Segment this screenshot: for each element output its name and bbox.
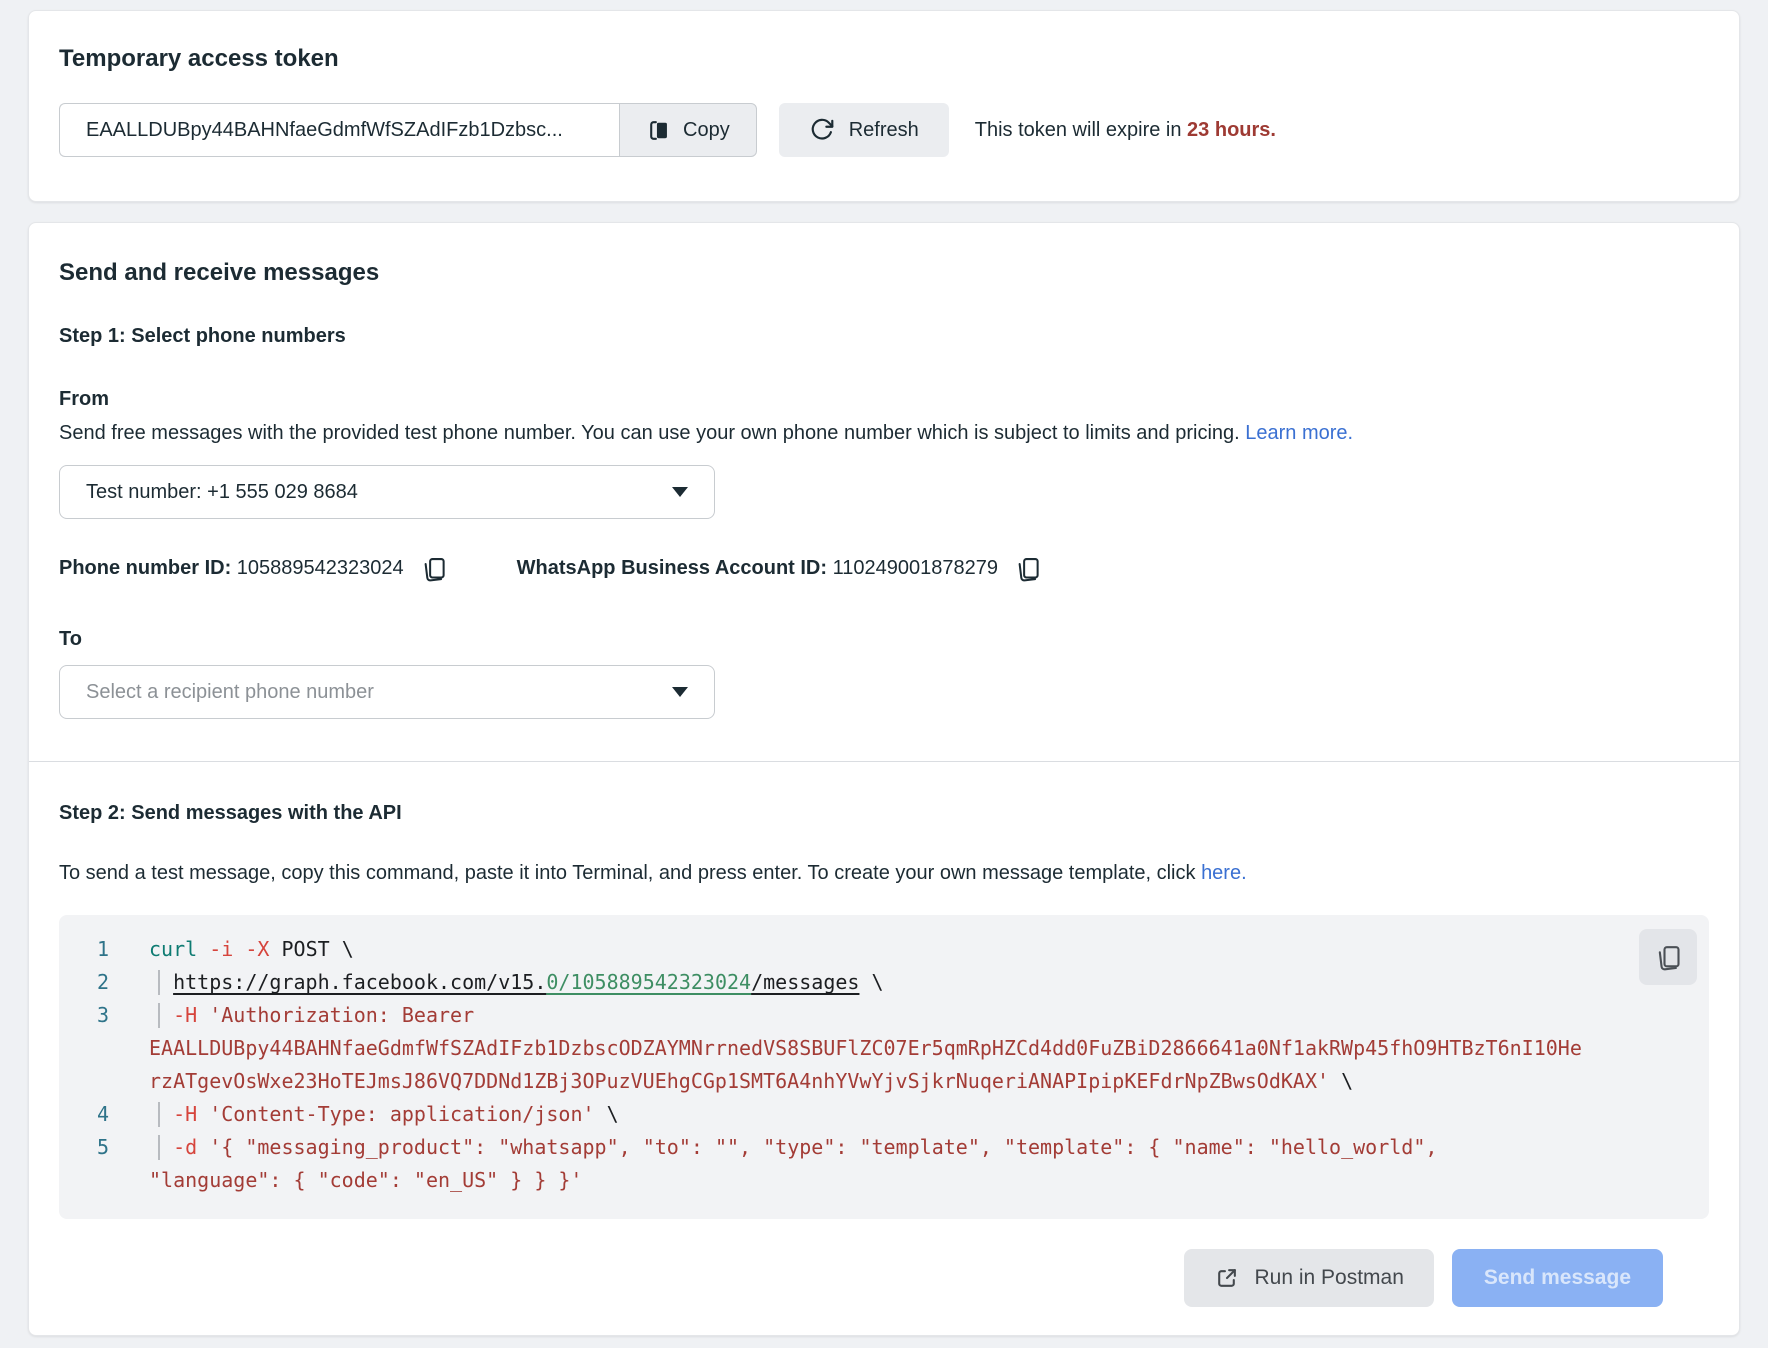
code-line: 4 -H 'Content-Type: application/json' \ [97,1098,1689,1131]
code-line: 2 https://graph.facebook.com/v15.0/10588… [97,966,1689,999]
code-line-number: 1 [97,933,149,966]
code-line-number: 3 [97,999,149,1032]
phone-number-id-label: Phone number ID: [59,557,231,579]
refresh-icon [809,117,835,143]
from-description: Send free messages with the provided tes… [59,419,1709,447]
token-expiry-text: This token will expire in 23 hours. [975,119,1276,142]
code-line-number [97,1164,149,1197]
copy-token-button[interactable]: Copy [619,103,757,157]
token-row: Copy Refresh This token will expire in 2… [59,103,1709,157]
token-expiry-prefix: This token will expire in [975,119,1187,141]
section-divider [29,761,1739,762]
code-line-number: 2 [97,966,149,999]
phone-number-id-value: 105889542323024 [231,557,403,579]
copy-icon [1654,943,1682,971]
step2-title: Step 2: Send messages with the API [59,802,1709,825]
temporary-access-token-card: Temporary access token Copy [28,10,1740,202]
code-line-content: rzATgevOsWxe23HoTEJmsJ86VQ7DDNd1ZBj3OPuz… [149,1065,1689,1098]
code-line: rzATgevOsWxe23HoTEJmsJ86VQ7DDNd1ZBj3OPuz… [97,1065,1689,1098]
send-receive-messages-card: Send and receive messages Step 1: Select… [28,222,1740,1336]
run-in-postman-button[interactable]: Run in Postman [1184,1249,1434,1307]
chevron-down-icon [672,687,688,697]
code-line: "language": { "code": "en_US" } } }' [97,1164,1689,1197]
code-line-content: curl -i -X POST \ [149,933,1689,966]
from-label: From [59,388,1709,411]
copy-icon [646,118,671,143]
refresh-button-label: Refresh [849,119,919,142]
access-token-input[interactable] [59,103,619,157]
code-line-content: -H 'Content-Type: application/json' \ [149,1098,1689,1131]
here-link[interactable]: here. [1201,862,1247,884]
copy-phone-id-button[interactable] [420,555,447,582]
refresh-token-button[interactable]: Refresh [779,103,949,157]
from-number-dropdown-value: Test number: +1 555 029 8684 [86,481,358,504]
code-line: EAALLDUBpy44BAHNfaeGdmfWfSZAdIFzb1DzbscO… [97,1032,1689,1065]
phone-number-id-text: Phone number ID: 105889542323024 [59,557,404,580]
from-description-text: Send free messages with the provided tes… [59,422,1245,444]
chevron-down-icon [672,487,688,497]
code-line-number [97,1065,149,1098]
send-message-button[interactable]: Send message [1452,1249,1663,1307]
waba-id-label: WhatsApp Business Account ID: [517,557,827,579]
code-line: 3 -H 'Authorization: Bearer [97,999,1689,1032]
code-lines: 1curl -i -X POST \2 https://graph.facebo… [97,933,1689,1197]
code-line-content: "language": { "code": "en_US" } } }' [149,1164,1689,1197]
run-in-postman-label: Run in Postman [1255,1266,1404,1290]
to-number-dropdown[interactable]: Select a recipient phone number [59,665,715,719]
waba-id: WhatsApp Business Account ID: 1102490018… [517,555,1041,582]
code-line-content: EAALLDUBpy44BAHNfaeGdmfWfSZAdIFzb1DzbscO… [149,1032,1689,1065]
code-line: 1curl -i -X POST \ [97,933,1689,966]
external-link-icon [1214,1266,1239,1291]
account-ids-row: Phone number ID: 105889542323024 WhatsAp… [59,555,1709,582]
code-line-content: -H 'Authorization: Bearer [149,999,1689,1032]
code-line-content: -d '{ "messaging_product": "whatsapp", "… [149,1131,1689,1164]
code-line-number [97,1032,149,1065]
code-line-number: 4 [97,1098,149,1131]
waba-id-value: 110249001878279 [827,557,998,579]
curl-code-block: 1curl -i -X POST \2 https://graph.facebo… [59,915,1709,1219]
messages-card-title: Send and receive messages [59,259,1709,287]
phone-number-id: Phone number ID: 105889542323024 [59,555,447,582]
to-number-dropdown-placeholder: Select a recipient phone number [86,681,374,704]
step2-description: To send a test message, copy this comman… [59,859,1709,887]
step1-title: Step 1: Select phone numbers [59,325,1709,348]
step1-section: Send and receive messages Step 1: Select… [29,259,1739,761]
step2-description-text: To send a test message, copy this comman… [59,862,1201,884]
from-number-dropdown[interactable]: Test number: +1 555 029 8684 [59,465,715,519]
code-line-number: 5 [97,1131,149,1164]
page: Temporary access token Copy [0,0,1768,1348]
to-label: To [59,628,1709,651]
footer-buttons: Run in Postman Send message [59,1249,1709,1307]
code-line: 5 -d '{ "messaging_product": "whatsapp",… [97,1131,1689,1164]
step2-section: Step 2: Send messages with the API To se… [29,802,1739,1307]
token-input-group: Copy [59,103,757,157]
code-line-content: https://graph.facebook.com/v15.0/1058895… [149,966,1689,999]
copy-code-button[interactable] [1639,929,1697,985]
copy-icon [420,555,447,582]
copy-waba-id-button[interactable] [1014,555,1041,582]
waba-id-text: WhatsApp Business Account ID: 1102490018… [517,557,998,580]
copy-button-label: Copy [683,119,730,142]
copy-icon [1014,555,1041,582]
token-card-title: Temporary access token [59,45,1709,73]
learn-more-link[interactable]: Learn more. [1245,422,1353,444]
token-expiry-highlight: 23 hours. [1187,119,1276,141]
